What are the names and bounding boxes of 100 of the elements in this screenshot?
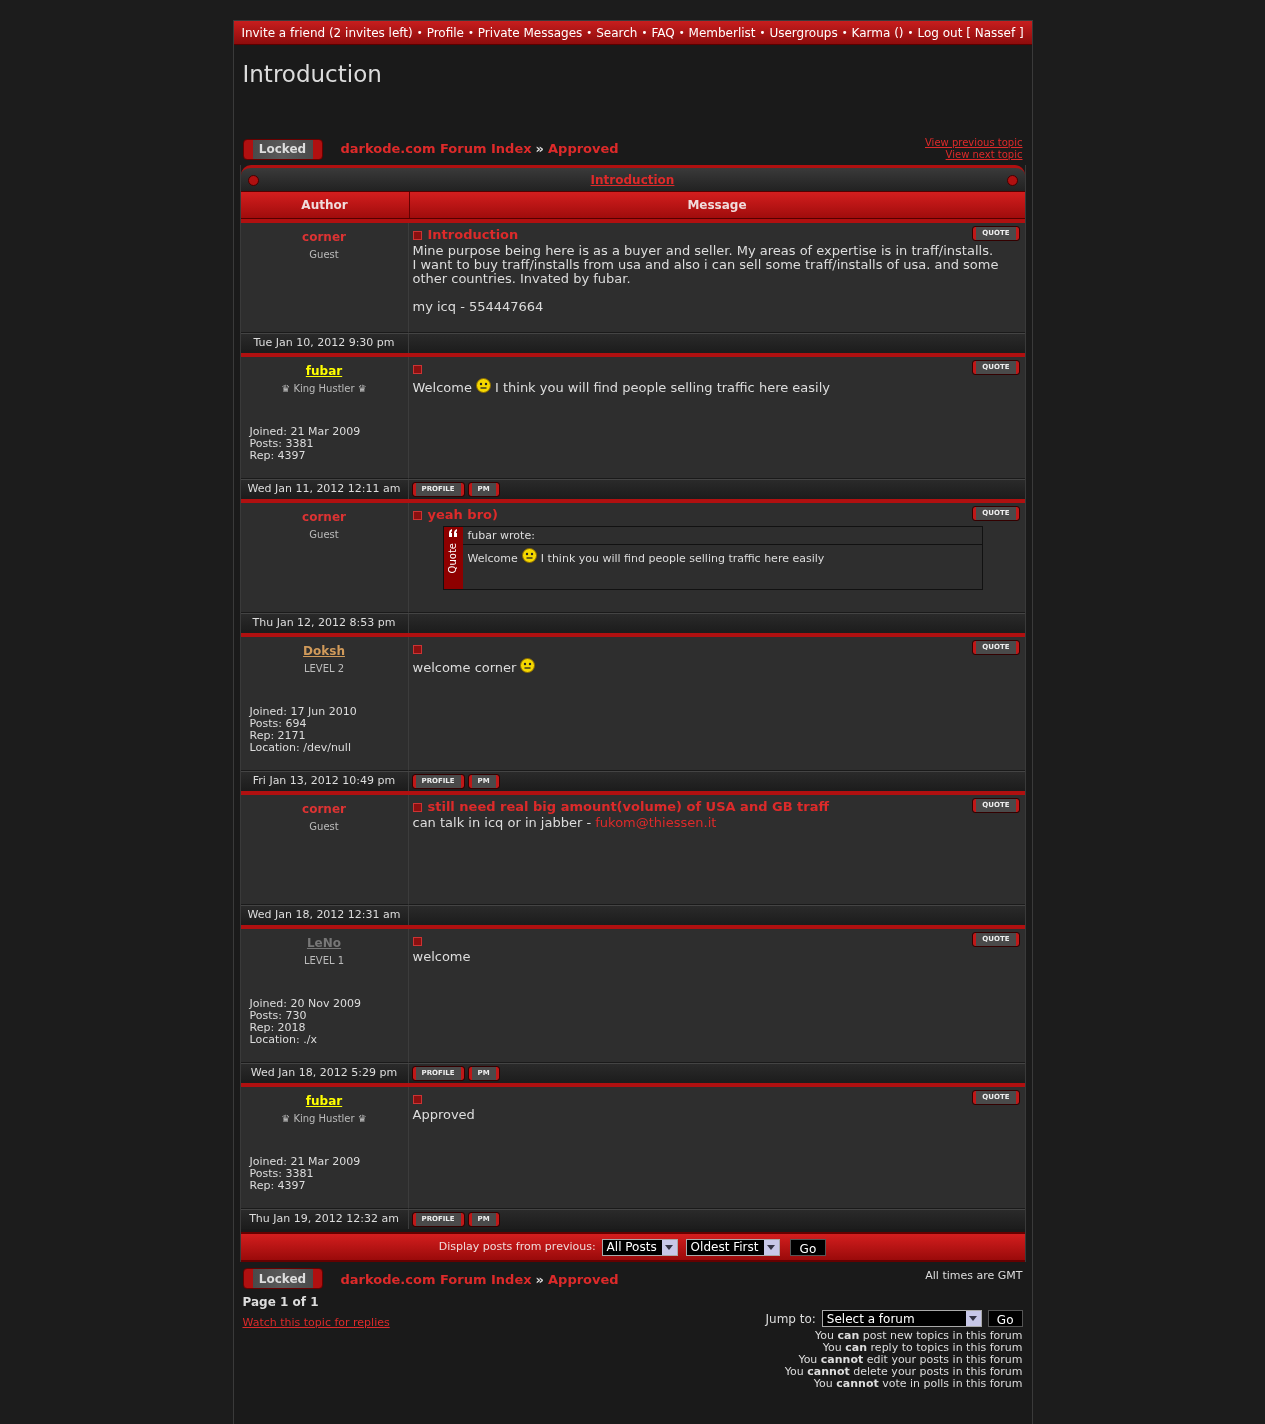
posts-range-select[interactable]: All Posts <box>601 1238 678 1256</box>
permission-text: You cannot delete your posts in this forum <box>784 1365 1023 1378</box>
breadcrumb-link[interactable]: darkode.com Forum Index <box>340 1270 532 1290</box>
nav-separator: • <box>678 26 685 40</box>
go-button[interactable]: Go <box>789 1238 827 1256</box>
user-stat: Posts: 3381 <box>249 438 315 450</box>
nav-link[interactable]: Usergroups <box>769 23 838 42</box>
sort-order-select[interactable]: Oldest First <box>685 1238 780 1256</box>
breadcrumb-separator: » <box>535 1271 544 1289</box>
post-subject: yeah bro) <box>427 508 498 522</box>
nav-link[interactable]: Log out [ Nassef ] <box>917 23 1024 42</box>
user-stat: Rep: 4397 <box>249 1180 307 1192</box>
nav-separator: • <box>416 26 423 40</box>
timezone-note: All times are GMT <box>925 1268 1023 1284</box>
jump-label: Jump to: <box>765 1310 816 1328</box>
user-rank: Guest <box>309 528 339 542</box>
nav-separator: • <box>907 26 914 40</box>
display-label: Display posts from previous: <box>438 1238 596 1255</box>
post-date: Fri Jan 13, 2012 10:49 pm <box>240 772 409 791</box>
post-icon <box>412 644 422 654</box>
quote-label: Quote <box>446 543 459 574</box>
user-rank: ♛ King Hustler ♛ <box>281 382 367 396</box>
rivet-icon <box>247 175 259 186</box>
post-text: I want to buy traff/installs from usa and also i can sell some traff/installs of usa. and some other countries. Invated by fubar. <box>412 258 1000 286</box>
user-stat: Joined: 21 Mar 2009 <box>249 1156 361 1168</box>
permission-text: You cannot edit your posts in this forum <box>798 1353 1023 1366</box>
post-date: Wed Jan 18, 2012 5:29 pm <box>240 1064 409 1083</box>
author-link[interactable]: Doksh <box>303 642 345 660</box>
user-rank: LEVEL 2 <box>303 662 345 676</box>
user-rank: ♛ King Hustler ♛ <box>281 1112 367 1126</box>
nav-separator: • <box>759 26 766 40</box>
post-text: my icq - 554447664 <box>412 300 545 314</box>
author-link[interactable]: fubar <box>305 362 343 380</box>
user-rank: Guest <box>309 820 339 834</box>
post-date: Tue Jan 10, 2012 9:30 pm <box>240 334 409 353</box>
locked-button[interactable]: Locked <box>242 1268 323 1289</box>
user-stat: Rep: 2171 <box>249 730 307 742</box>
author-link[interactable]: fubar <box>305 1092 343 1110</box>
nav-separator: • <box>641 26 648 40</box>
nav-link[interactable]: Private Messages <box>477 23 583 42</box>
post-text: Approved <box>412 1108 476 1122</box>
topic-link[interactable]: View next topic <box>945 149 1023 161</box>
nav-link[interactable]: Search <box>596 23 638 42</box>
user-stat: Joined: 17 Jun 2010 <box>249 706 357 718</box>
breadcrumb-link[interactable]: darkode.com Forum Index <box>340 139 532 159</box>
nav-separator: • <box>467 26 474 40</box>
user-stat: Rep: 2018 <box>249 1022 307 1034</box>
post-icon <box>412 1094 422 1104</box>
user-stat: Joined: 20 Nov 2009 <box>249 998 361 1010</box>
post-subject: still need real big amount(volume) of USA and GB traff <box>427 800 829 814</box>
post-icon <box>412 230 422 240</box>
topic-link[interactable]: View previous topic <box>925 137 1023 149</box>
breadcrumb-link[interactable]: Approved <box>548 1270 619 1290</box>
breadcrumb-link[interactable]: Approved <box>548 139 619 159</box>
quote-author: fubar wrote: <box>462 527 982 545</box>
user-stat: Joined: 21 Mar 2009 <box>249 426 361 438</box>
user-stat: Location: ./x <box>249 1034 318 1046</box>
smiley-icon <box>475 378 491 393</box>
column-header: Author <box>300 197 349 214</box>
watch-topic-link[interactable]: Watch this topic for replies <box>242 1314 390 1331</box>
locked-button[interactable]: Locked <box>242 138 323 160</box>
permission-text: You can post new topics in this forum <box>815 1329 1023 1342</box>
nav-separator: • <box>586 26 593 40</box>
post-date: Wed Jan 18, 2012 12:31 am <box>240 906 409 925</box>
post-text: can talk in icq or in jabber - fukom@thiessen.it <box>412 816 718 830</box>
post-date: Wed Jan 11, 2012 12:11 am <box>240 480 409 499</box>
column-header: Message <box>408 192 1025 218</box>
nav-separator: • <box>841 26 848 40</box>
user-stat: Location: /dev/null <box>249 742 352 754</box>
nav-link[interactable]: Invite a friend (2 invites left) <box>241 23 413 42</box>
nav-link[interactable]: FAQ <box>651 23 675 42</box>
quotation-marks-icon <box>448 529 458 537</box>
post-icon <box>412 364 422 374</box>
post-date: Thu Jan 12, 2012 8:53 pm <box>240 614 409 633</box>
post-text: welcome <box>412 950 472 964</box>
rivet-icon <box>1006 175 1018 186</box>
post-icon <box>412 802 422 812</box>
post-icon <box>412 936 422 946</box>
smiley-icon <box>520 658 536 673</box>
permission-text: You can reply to topics in this forum <box>822 1341 1023 1354</box>
quote-text: Welcome I think you will find people selling traffic here easily <box>467 548 977 566</box>
nav-link[interactable]: Karma () <box>851 23 904 42</box>
post-text: Welcome I think you will find people selling traffic here easily <box>412 378 831 395</box>
nav-link[interactable]: Profile <box>426 23 464 42</box>
nav-link[interactable]: Memberlist <box>688 23 756 42</box>
forum-select[interactable]: Select a forum <box>821 1310 982 1327</box>
permission-text: You cannot vote in polls in this forum <box>813 1377 1023 1390</box>
user-stat: Posts: 694 <box>249 718 308 730</box>
user-rank: Guest <box>309 248 339 262</box>
post-subject: Introduction <box>427 228 519 242</box>
user-stat: Rep: 4397 <box>249 450 307 462</box>
page-title: Introduction <box>241 60 383 89</box>
post-text: Mine purpose being here is as a buyer and seller. My areas of expertise is in traff/installs. <box>412 244 995 258</box>
user-stat: Posts: 3381 <box>249 1168 315 1180</box>
smiley-icon <box>521 548 537 563</box>
post-icon <box>412 510 422 520</box>
pagination-text: Page 1 of 1 <box>242 1293 320 1311</box>
user-stat: Posts: 730 <box>249 1010 308 1022</box>
post-text: welcome corner <box>412 658 1017 675</box>
go-button[interactable]: Go <box>987 1310 1023 1327</box>
